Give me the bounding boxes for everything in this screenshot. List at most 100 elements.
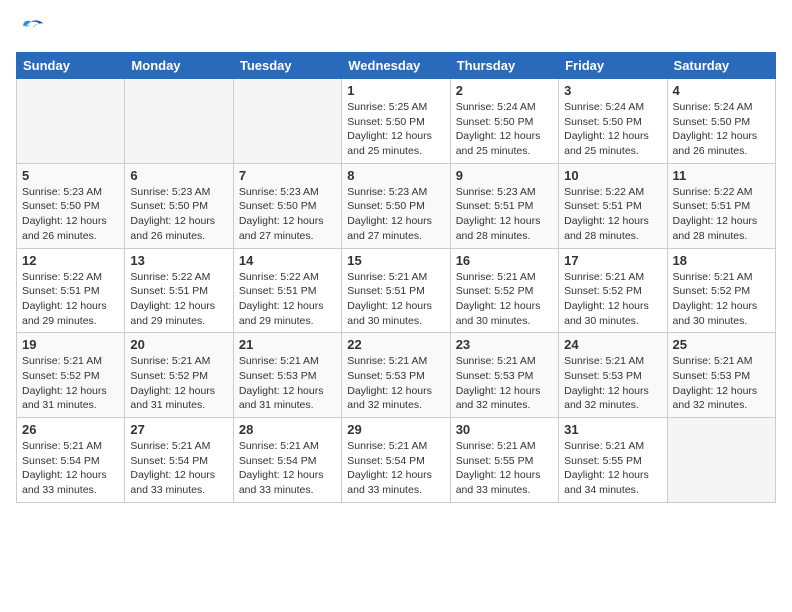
day-number: 20 xyxy=(130,337,227,352)
day-cell: 10 Sunrise: 5:22 AM Sunset: 5:51 PM Dayli… xyxy=(559,163,667,248)
day-number: 22 xyxy=(347,337,444,352)
day-cell xyxy=(233,79,341,164)
day-cell: 20 Sunrise: 5:21 AM Sunset: 5:52 PM Dayli… xyxy=(125,333,233,418)
day-info: Sunrise: 5:21 AM Sunset: 5:53 PM Dayligh… xyxy=(347,354,444,413)
day-info: Sunrise: 5:21 AM Sunset: 5:54 PM Dayligh… xyxy=(347,439,444,498)
day-number: 4 xyxy=(673,83,770,98)
header-sunday: Sunday xyxy=(17,53,125,79)
day-cell: 12Sunrise: 5:22 AM Sunset: 5:51 PM Dayli… xyxy=(17,248,125,333)
day-number: 16 xyxy=(456,253,553,268)
day-number: 5 xyxy=(22,168,119,183)
header-monday: Monday xyxy=(125,53,233,79)
day-cell xyxy=(125,79,233,164)
day-cell: 5 Sunrise: 5:23 AM Sunset: 5:50 PM Daylig… xyxy=(17,163,125,248)
day-cell: 4 Sunrise: 5:24 AM Sunset: 5:50 PM Daylig… xyxy=(667,79,775,164)
day-info: Sunrise: 5:21 AM Sunset: 5:52 PM Dayligh… xyxy=(564,270,661,329)
day-cell: 26 Sunrise: 5:21 AM Sunset: 5:54 PM Dayli… xyxy=(17,418,125,503)
day-cell: 3 Sunrise: 5:24 AM Sunset: 5:50 PM Daylig… xyxy=(559,79,667,164)
day-cell: 16 Sunrise: 5:21 AM Sunset: 5:52 PM Dayli… xyxy=(450,248,558,333)
day-cell: 21Sunrise: 5:21 AM Sunset: 5:53 PM Dayli… xyxy=(233,333,341,418)
header-friday: Friday xyxy=(559,53,667,79)
day-info: Sunrise: 5:24 AM Sunset: 5:50 PM Dayligh… xyxy=(673,100,770,159)
day-cell: 18 Sunrise: 5:21 AM Sunset: 5:52 PM Dayli… xyxy=(667,248,775,333)
day-number: 1 xyxy=(347,83,444,98)
day-info: Sunrise: 5:21 AM Sunset: 5:52 PM Dayligh… xyxy=(130,354,227,413)
day-info: Sunrise: 5:21 AM Sunset: 5:51 PM Dayligh… xyxy=(347,270,444,329)
day-info: Sunrise: 5:21 AM Sunset: 5:53 PM Dayligh… xyxy=(673,354,770,413)
day-number: 10 xyxy=(564,168,661,183)
day-number: 28 xyxy=(239,422,336,437)
day-info: Sunrise: 5:21 AM Sunset: 5:52 PM Dayligh… xyxy=(456,270,553,329)
day-number: 27 xyxy=(130,422,227,437)
day-info: Sunrise: 5:21 AM Sunset: 5:55 PM Dayligh… xyxy=(456,439,553,498)
day-info: Sunrise: 5:21 AM Sunset: 5:55 PM Dayligh… xyxy=(564,439,661,498)
day-number: 21 xyxy=(239,337,336,352)
day-info: Sunrise: 5:22 AM Sunset: 5:51 PM Dayligh… xyxy=(22,270,119,329)
day-number: 2 xyxy=(456,83,553,98)
calendar-table: SundayMondayTuesdayWednesdayThursdayFrid… xyxy=(16,52,776,503)
day-cell: 24 Sunrise: 5:21 AM Sunset: 5:53 PM Dayli… xyxy=(559,333,667,418)
header-saturday: Saturday xyxy=(667,53,775,79)
day-info: Sunrise: 5:23 AM Sunset: 5:50 PM Dayligh… xyxy=(347,185,444,244)
day-cell xyxy=(17,79,125,164)
day-info: Sunrise: 5:23 AM Sunset: 5:50 PM Dayligh… xyxy=(22,185,119,244)
day-cell: 29Sunrise: 5:21 AM Sunset: 5:54 PM Dayli… xyxy=(342,418,450,503)
header-row: SundayMondayTuesdayWednesdayThursdayFrid… xyxy=(17,53,776,79)
day-number: 24 xyxy=(564,337,661,352)
day-cell: 9Sunrise: 5:23 AM Sunset: 5:51 PM Daylig… xyxy=(450,163,558,248)
day-number: 3 xyxy=(564,83,661,98)
header-wednesday: Wednesday xyxy=(342,53,450,79)
header-tuesday: Tuesday xyxy=(233,53,341,79)
day-info: Sunrise: 5:21 AM Sunset: 5:52 PM Dayligh… xyxy=(22,354,119,413)
week-row-4: 19Sunrise: 5:21 AM Sunset: 5:52 PM Dayli… xyxy=(17,333,776,418)
day-cell: 13 Sunrise: 5:22 AM Sunset: 5:51 PM Dayli… xyxy=(125,248,233,333)
day-number: 30 xyxy=(456,422,553,437)
day-cell: 17 Sunrise: 5:21 AM Sunset: 5:52 PM Dayli… xyxy=(559,248,667,333)
day-info: Sunrise: 5:23 AM Sunset: 5:50 PM Dayligh… xyxy=(130,185,227,244)
day-info: Sunrise: 5:24 AM Sunset: 5:50 PM Dayligh… xyxy=(456,100,553,159)
day-cell: 8 Sunrise: 5:23 AM Sunset: 5:50 PM Daylig… xyxy=(342,163,450,248)
day-number: 8 xyxy=(347,168,444,183)
day-cell: 30 Sunrise: 5:21 AM Sunset: 5:55 PM Dayli… xyxy=(450,418,558,503)
day-info: Sunrise: 5:21 AM Sunset: 5:53 PM Dayligh… xyxy=(564,354,661,413)
day-info: Sunrise: 5:21 AM Sunset: 5:52 PM Dayligh… xyxy=(673,270,770,329)
day-info: Sunrise: 5:21 AM Sunset: 5:54 PM Dayligh… xyxy=(239,439,336,498)
week-row-1: 1 Sunrise: 5:25 AM Sunset: 5:50 PM Daylig… xyxy=(17,79,776,164)
day-number: 31 xyxy=(564,422,661,437)
day-number: 6 xyxy=(130,168,227,183)
day-info: Sunrise: 5:22 AM Sunset: 5:51 PM Dayligh… xyxy=(564,185,661,244)
day-number: 17 xyxy=(564,253,661,268)
day-number: 26 xyxy=(22,422,119,437)
day-cell: 31 Sunrise: 5:21 AM Sunset: 5:55 PM Dayli… xyxy=(559,418,667,503)
logo xyxy=(16,16,50,46)
day-info: Sunrise: 5:22 AM Sunset: 5:51 PM Dayligh… xyxy=(130,270,227,329)
day-number: 11 xyxy=(673,168,770,183)
day-info: Sunrise: 5:24 AM Sunset: 5:50 PM Dayligh… xyxy=(564,100,661,159)
day-cell: 22 Sunrise: 5:21 AM Sunset: 5:53 PM Dayli… xyxy=(342,333,450,418)
day-cell: 11Sunrise: 5:22 AM Sunset: 5:51 PM Dayli… xyxy=(667,163,775,248)
day-info: Sunrise: 5:21 AM Sunset: 5:54 PM Dayligh… xyxy=(22,439,119,498)
logo-icon xyxy=(16,16,46,46)
day-number: 18 xyxy=(673,253,770,268)
day-cell: 28 Sunrise: 5:21 AM Sunset: 5:54 PM Dayli… xyxy=(233,418,341,503)
day-info: Sunrise: 5:21 AM Sunset: 5:54 PM Dayligh… xyxy=(130,439,227,498)
week-row-3: 12Sunrise: 5:22 AM Sunset: 5:51 PM Dayli… xyxy=(17,248,776,333)
week-row-5: 26 Sunrise: 5:21 AM Sunset: 5:54 PM Dayli… xyxy=(17,418,776,503)
day-info: Sunrise: 5:23 AM Sunset: 5:51 PM Dayligh… xyxy=(456,185,553,244)
day-cell: 2 Sunrise: 5:24 AM Sunset: 5:50 PM Daylig… xyxy=(450,79,558,164)
header-thursday: Thursday xyxy=(450,53,558,79)
day-cell: 19Sunrise: 5:21 AM Sunset: 5:52 PM Dayli… xyxy=(17,333,125,418)
day-number: 13 xyxy=(130,253,227,268)
day-number: 14 xyxy=(239,253,336,268)
day-info: Sunrise: 5:21 AM Sunset: 5:53 PM Dayligh… xyxy=(456,354,553,413)
day-cell xyxy=(667,418,775,503)
day-cell: 25 Sunrise: 5:21 AM Sunset: 5:53 PM Dayli… xyxy=(667,333,775,418)
day-number: 25 xyxy=(673,337,770,352)
day-cell: 27 Sunrise: 5:21 AM Sunset: 5:54 PM Dayli… xyxy=(125,418,233,503)
day-number: 23 xyxy=(456,337,553,352)
day-cell: 7Sunrise: 5:23 AM Sunset: 5:50 PM Daylig… xyxy=(233,163,341,248)
day-info: Sunrise: 5:22 AM Sunset: 5:51 PM Dayligh… xyxy=(239,270,336,329)
page-header xyxy=(16,16,776,46)
day-number: 7 xyxy=(239,168,336,183)
day-info: Sunrise: 5:25 AM Sunset: 5:50 PM Dayligh… xyxy=(347,100,444,159)
